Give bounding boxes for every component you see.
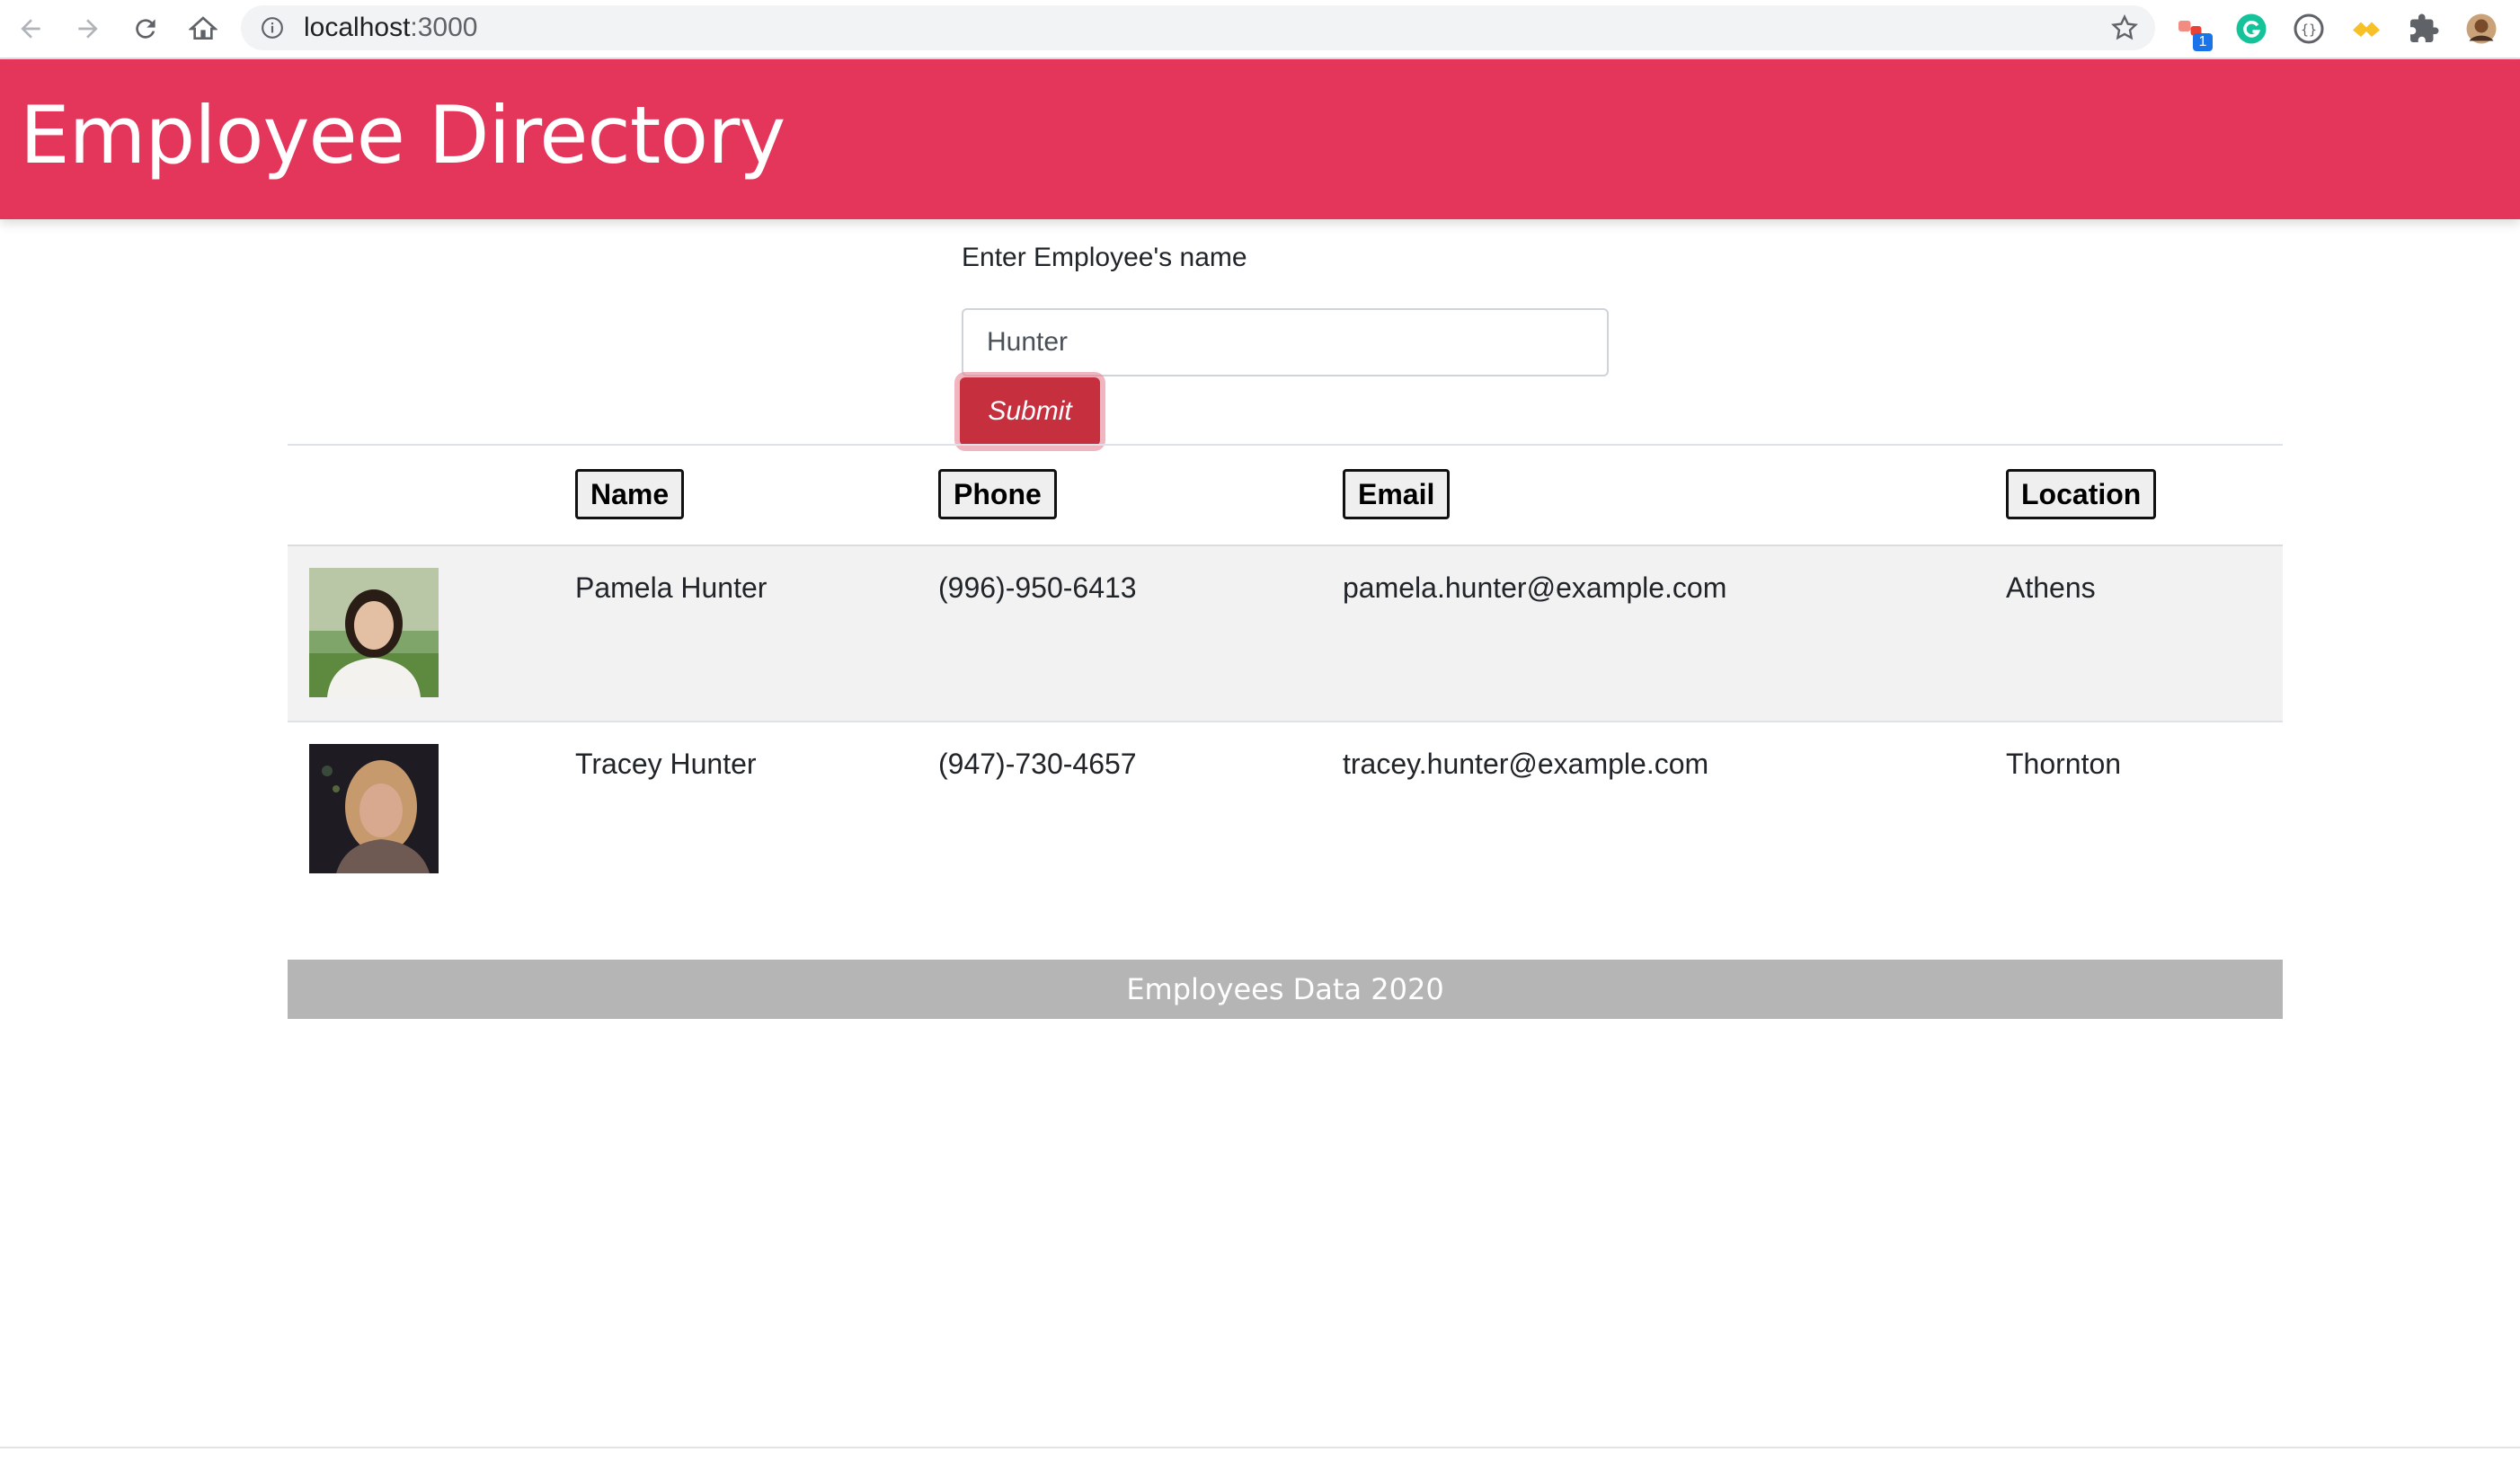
employee-phone: (996)-950-6413 bbox=[938, 571, 1137, 604]
browser-toolbar: localhost:3000 1 {} bbox=[0, 0, 2520, 59]
fold-extension-icon bbox=[2353, 22, 2380, 37]
grammarly-icon bbox=[2236, 13, 2267, 44]
reload-button[interactable] bbox=[128, 11, 164, 47]
employee-email: tracey.hunter@example.com bbox=[1343, 748, 1709, 780]
table-row: Tracey Hunter (947)-730-4657 tracey.hunt… bbox=[288, 722, 2283, 897]
employee-email: pamela.hunter@example.com bbox=[1343, 571, 1727, 604]
window-bottom-border bbox=[0, 1447, 2520, 1448]
home-icon bbox=[189, 16, 217, 40]
table-row: Pamela Hunter (996)-950-6413 pamela.hunt… bbox=[288, 546, 2283, 721]
profile-avatar-icon bbox=[2466, 13, 2497, 44]
page-title: Employee Directory bbox=[20, 89, 785, 182]
employee-location: Thornton bbox=[2006, 748, 2122, 780]
back-arrow-icon bbox=[21, 19, 40, 39]
back-button[interactable] bbox=[13, 11, 49, 47]
url-text: localhost:3000 bbox=[304, 14, 477, 41]
forward-arrow-icon bbox=[78, 19, 98, 39]
extension-json-button[interactable]: {} bbox=[2292, 12, 2326, 46]
home-button[interactable] bbox=[185, 11, 221, 47]
employee-name-input[interactable] bbox=[962, 308, 1609, 376]
employee-name: Tracey Hunter bbox=[575, 748, 757, 780]
reload-icon bbox=[136, 19, 155, 39]
extension-share-button[interactable]: 1 bbox=[2175, 12, 2213, 51]
svg-text:{}: {} bbox=[2301, 22, 2317, 38]
extension-badge: 1 bbox=[2193, 33, 2213, 51]
info-icon bbox=[262, 17, 283, 39]
profile-button[interactable] bbox=[2464, 12, 2498, 46]
submit-button[interactable]: Submit bbox=[960, 377, 1100, 446]
address-bar[interactable]: localhost:3000 bbox=[241, 5, 2155, 50]
employee-photo bbox=[309, 568, 439, 697]
page-footer: Employees Data 2020 bbox=[288, 960, 2283, 1019]
search-label: Enter Employee's name bbox=[962, 243, 1247, 272]
forward-button[interactable] bbox=[70, 11, 106, 47]
extensions-menu-button[interactable] bbox=[2407, 12, 2441, 46]
employee-photo bbox=[309, 744, 439, 873]
sort-by-name-button[interactable]: Name bbox=[575, 469, 685, 519]
employee-phone: (947)-730-4657 bbox=[938, 748, 1137, 780]
employee-name: Pamela Hunter bbox=[575, 571, 768, 604]
extension-fold-button[interactable] bbox=[2349, 12, 2383, 46]
puzzle-piece-icon bbox=[2410, 13, 2439, 42]
app-header: Employee Directory bbox=[0, 59, 2520, 219]
employee-location: Athens bbox=[2006, 571, 2096, 604]
sort-by-email-button[interactable]: Email bbox=[1343, 469, 1451, 519]
url-port: :3000 bbox=[410, 13, 478, 42]
sort-by-location-button[interactable]: Location bbox=[2006, 469, 2157, 519]
extension-grammarly-button[interactable] bbox=[2234, 12, 2268, 46]
json-viewer-icon: {} bbox=[2294, 13, 2324, 44]
table-header-row: Name Phone Email Location bbox=[288, 444, 2283, 545]
bookmark-star-icon[interactable] bbox=[2110, 13, 2139, 42]
sort-by-phone-button[interactable]: Phone bbox=[938, 469, 1057, 519]
url-host: localhost bbox=[304, 13, 411, 42]
